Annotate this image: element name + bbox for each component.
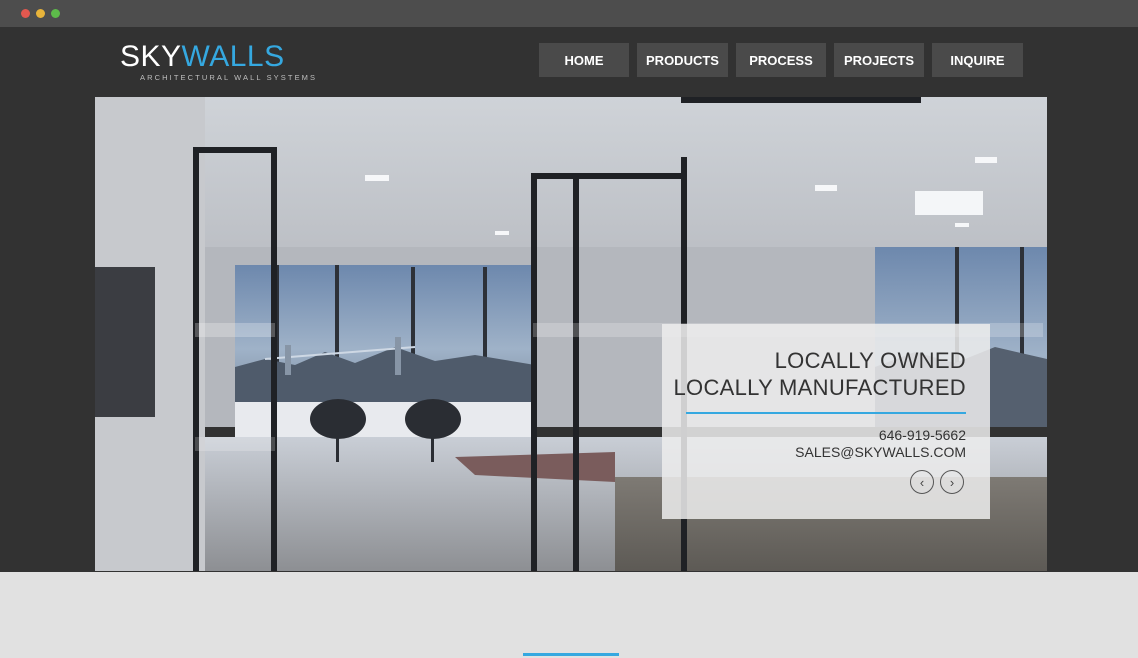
logo-text-walls: WALLS xyxy=(181,40,285,73)
caption-line-2: LOCALLY MANUFACTURED xyxy=(673,375,966,400)
contact-phone[interactable]: 646-919-5662 xyxy=(879,427,966,443)
window-minimize-dot[interactable] xyxy=(36,9,45,18)
slider-prev-button[interactable]: ‹ xyxy=(910,470,934,494)
nav-process[interactable]: PROCESS xyxy=(736,43,826,77)
site-logo[interactable]: SKYWALLS ARCHITECTURAL WALL SYSTEMS xyxy=(120,40,318,86)
section-divider xyxy=(523,653,619,656)
nav-home[interactable]: HOME xyxy=(539,43,629,77)
logo-tagline: ARCHITECTURAL WALL SYSTEMS xyxy=(140,73,318,82)
window-close-dot[interactable] xyxy=(21,9,30,18)
browser-title-bar xyxy=(0,0,1138,27)
logo-text-sky: SKY xyxy=(120,40,182,73)
chevron-right-icon: › xyxy=(949,474,955,490)
chevron-left-icon: ‹ xyxy=(919,474,925,490)
window-zoom-dot[interactable] xyxy=(51,9,60,18)
caption-divider xyxy=(686,412,966,414)
nav-projects[interactable]: PROJECTS xyxy=(834,43,924,77)
hero-slider: LOCALLY OWNED LOCALLY MANUFACTURED 646-9… xyxy=(95,97,1047,571)
nav-products[interactable]: PRODUCTS xyxy=(637,43,728,77)
content-section xyxy=(0,572,1138,658)
caption-line-1: LOCALLY OWNED xyxy=(774,348,966,373)
contact-email[interactable]: SALES@SKYWALLS.COM xyxy=(795,444,966,460)
hero-caption-box: LOCALLY OWNED LOCALLY MANUFACTURED 646-9… xyxy=(662,324,990,519)
nav-inquire[interactable]: INQUIRE xyxy=(932,43,1023,77)
slider-next-button[interactable]: › xyxy=(940,470,964,494)
